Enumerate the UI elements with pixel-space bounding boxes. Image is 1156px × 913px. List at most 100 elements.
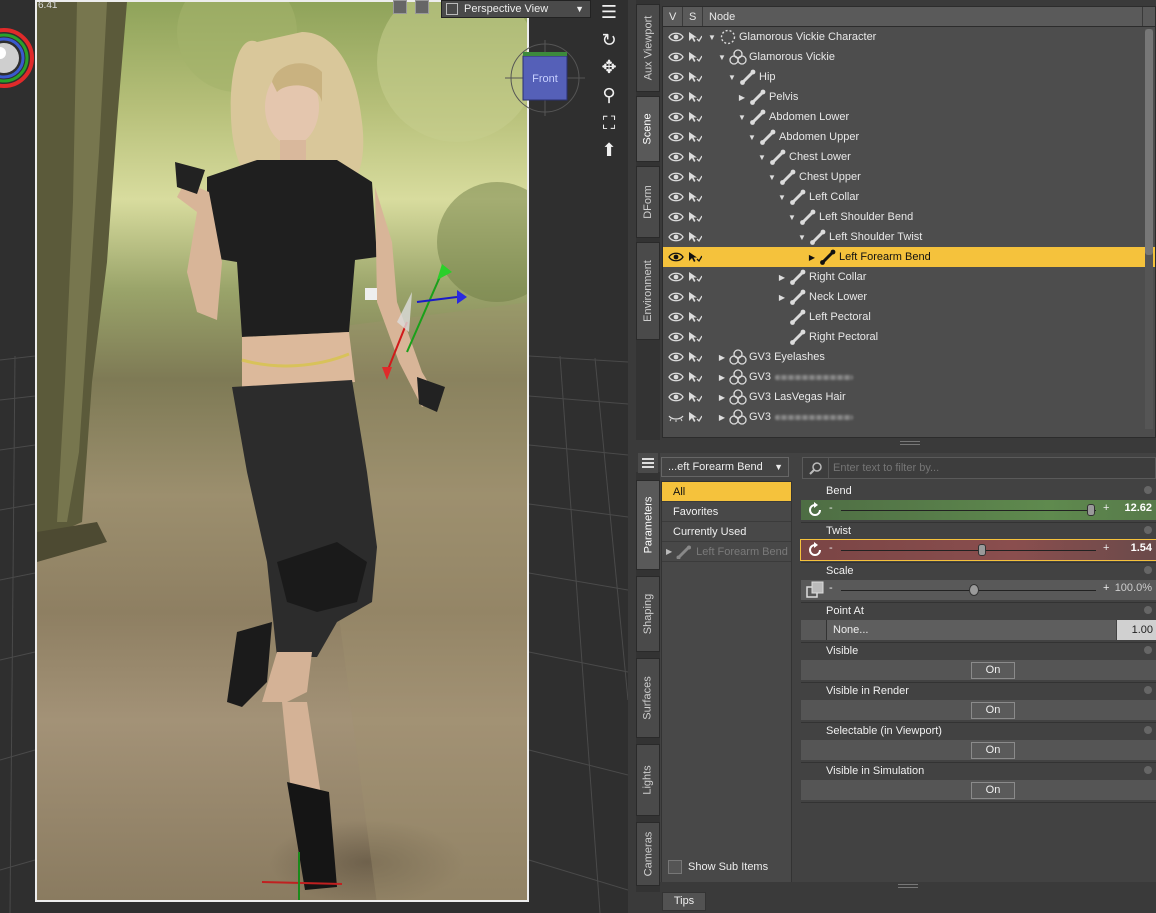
select-cursor-icon[interactable] <box>688 351 703 363</box>
point-at-target[interactable]: None... <box>826 620 1116 640</box>
select-cursor-icon[interactable] <box>688 231 703 243</box>
expand-arrow-icon[interactable]: ▶ <box>777 273 787 282</box>
twist-value[interactable]: 1.54 <box>1131 542 1152 554</box>
eye-icon[interactable] <box>668 291 684 303</box>
collapse-arrow-icon[interactable]: ▼ <box>797 233 807 242</box>
scene-row[interactable]: ▼ Hip <box>663 67 1155 87</box>
select-cursor-icon[interactable] <box>688 271 703 283</box>
scene-row[interactable]: ▼ Left Shoulder Bend <box>663 207 1155 227</box>
eye-icon[interactable] <box>668 131 684 143</box>
scene-row[interactable]: Left Pectoral <box>663 307 1155 327</box>
collapse-arrow-icon[interactable]: ▼ <box>727 73 737 82</box>
tab-parameters[interactable]: Parameters <box>636 480 660 570</box>
scene-row[interactable]: ▶ GV3 <box>663 407 1155 427</box>
scene-row[interactable]: ▶ GV3 LasVegas Hair <box>663 387 1155 407</box>
eye-icon[interactable] <box>668 251 684 263</box>
select-cursor-icon[interactable] <box>688 191 703 203</box>
tab-aux-viewport[interactable]: Aux Viewport <box>636 4 660 92</box>
bend-value[interactable]: 12.62 <box>1124 502 1152 514</box>
collapse-arrow-icon[interactable]: ▼ <box>757 153 767 162</box>
select-cursor-icon[interactable] <box>688 311 703 323</box>
select-cursor-icon[interactable] <box>688 31 703 43</box>
slider-knob[interactable] <box>1087 504 1095 516</box>
select-cursor-icon[interactable] <box>688 111 703 123</box>
show-sub-items-checkbox[interactable] <box>668 860 682 874</box>
orbit-icon[interactable]: ↻ <box>598 30 620 50</box>
select-cursor-icon[interactable] <box>688 71 703 83</box>
tab-lights[interactable]: Lights <box>636 744 660 816</box>
expand-arrow-icon[interactable]: ▶ <box>717 413 727 422</box>
eye-icon[interactable] <box>668 351 684 363</box>
col-node[interactable]: Node <box>703 7 1143 26</box>
gear-icon[interactable] <box>1144 606 1152 614</box>
scrollbar-thumb[interactable] <box>1145 29 1153 255</box>
pan-icon[interactable]: ✥ <box>598 57 620 77</box>
gear-icon[interactable] <box>1144 486 1152 494</box>
select-cursor-icon[interactable] <box>688 171 703 183</box>
tips-tab[interactable]: Tips <box>662 892 706 911</box>
view-select-dropdown[interactable]: Perspective View ▼ <box>441 0 591 18</box>
select-cursor-icon[interactable] <box>688 371 703 383</box>
scene-row[interactable]: ▶ Right Collar <box>663 267 1155 287</box>
scene-row[interactable]: ▶ Pelvis <box>663 87 1155 107</box>
eye-icon[interactable] <box>668 111 684 123</box>
tab-dform[interactable]: DForm <box>636 166 660 238</box>
camera-options-icon[interactable] <box>415 0 429 14</box>
eye-icon[interactable] <box>668 271 684 283</box>
zoom-icon[interactable]: ⚲ <box>598 85 620 105</box>
eye-icon[interactable] <box>668 91 684 103</box>
gear-icon[interactable] <box>1144 566 1152 574</box>
select-cursor-icon[interactable] <box>688 151 703 163</box>
expand-arrow-icon[interactable]: ▶ <box>717 393 727 402</box>
scale-value[interactable]: 100.0% <box>1115 582 1152 594</box>
select-cursor-icon[interactable] <box>688 211 703 223</box>
select-cursor-icon[interactable] <box>688 251 703 263</box>
group-favorites[interactable]: Favorites <box>662 502 791 522</box>
eye-icon[interactable] <box>668 31 684 43</box>
expand-arrow-icon[interactable]: ▶ <box>737 93 747 102</box>
scene-row[interactable]: ▼ Abdomen Lower <box>663 107 1155 127</box>
decrement-button[interactable]: - <box>829 582 833 594</box>
scene-row[interactable]: ▼ Left Shoulder Twist <box>663 227 1155 247</box>
group-node[interactable]: ▶ Left Forearm Bend <box>662 542 791 562</box>
home-icon[interactable]: ⬆ <box>598 140 620 160</box>
tab-environment[interactable]: Environment <box>636 242 660 340</box>
collapse-arrow-icon[interactable]: ▼ <box>787 213 797 222</box>
eye-closed-icon[interactable] <box>668 411 684 423</box>
group-currently-used[interactable]: Currently Used <box>662 522 791 542</box>
eye-icon[interactable] <box>668 191 684 203</box>
scene-row[interactable]: ▶ GV3 <box>663 367 1155 387</box>
eye-icon[interactable] <box>668 311 684 323</box>
decrement-button[interactable]: - <box>829 502 833 514</box>
collapse-arrow-icon[interactable]: ▼ <box>747 133 757 142</box>
scene-row[interactable]: ▼ Chest Upper <box>663 167 1155 187</box>
col-selectable[interactable]: S <box>683 7 703 26</box>
navigation-sphere-icon[interactable] <box>0 18 54 102</box>
visible-in-render-toggle[interactable]: On <box>971 702 1015 719</box>
collapse-arrow-icon[interactable]: ▼ <box>767 173 777 182</box>
slider-knob[interactable] <box>969 584 979 596</box>
eye-icon[interactable] <box>668 371 684 383</box>
scene-row[interactable]: ▼ Chest Lower <box>663 147 1155 167</box>
increment-button[interactable]: + <box>1103 582 1109 594</box>
visible-in-simulation-toggle[interactable]: On <box>971 782 1015 799</box>
scene-row[interactable]: ▶ Neck Lower <box>663 287 1155 307</box>
select-cursor-icon[interactable] <box>688 131 703 143</box>
gear-icon[interactable] <box>1144 726 1152 734</box>
scene-row[interactable]: ▼ Left Collar <box>663 187 1155 207</box>
collapse-arrow-icon[interactable]: ▼ <box>707 33 717 42</box>
eye-icon[interactable] <box>668 211 684 223</box>
increment-button[interactable]: + <box>1103 502 1109 514</box>
scene-row[interactable]: Right Pectoral <box>663 327 1155 347</box>
filter-input[interactable] <box>829 462 1129 474</box>
show-sub-items[interactable]: Show Sub Items <box>668 860 768 874</box>
expand-arrow-icon[interactable]: ▶ <box>807 253 817 262</box>
frame-icon[interactable]: ⛶ <box>598 113 620 133</box>
scene-row[interactable]: ▶ Left Forearm Bend <box>663 247 1155 267</box>
collapse-arrow-icon[interactable]: ▼ <box>737 113 747 122</box>
select-cursor-icon[interactable] <box>688 51 703 63</box>
gear-icon[interactable] <box>1144 766 1152 774</box>
tab-surfaces[interactable]: Surfaces <box>636 658 660 738</box>
point-at-value[interactable]: 1.00 <box>1117 620 1156 640</box>
search-icon[interactable] <box>803 458 829 478</box>
